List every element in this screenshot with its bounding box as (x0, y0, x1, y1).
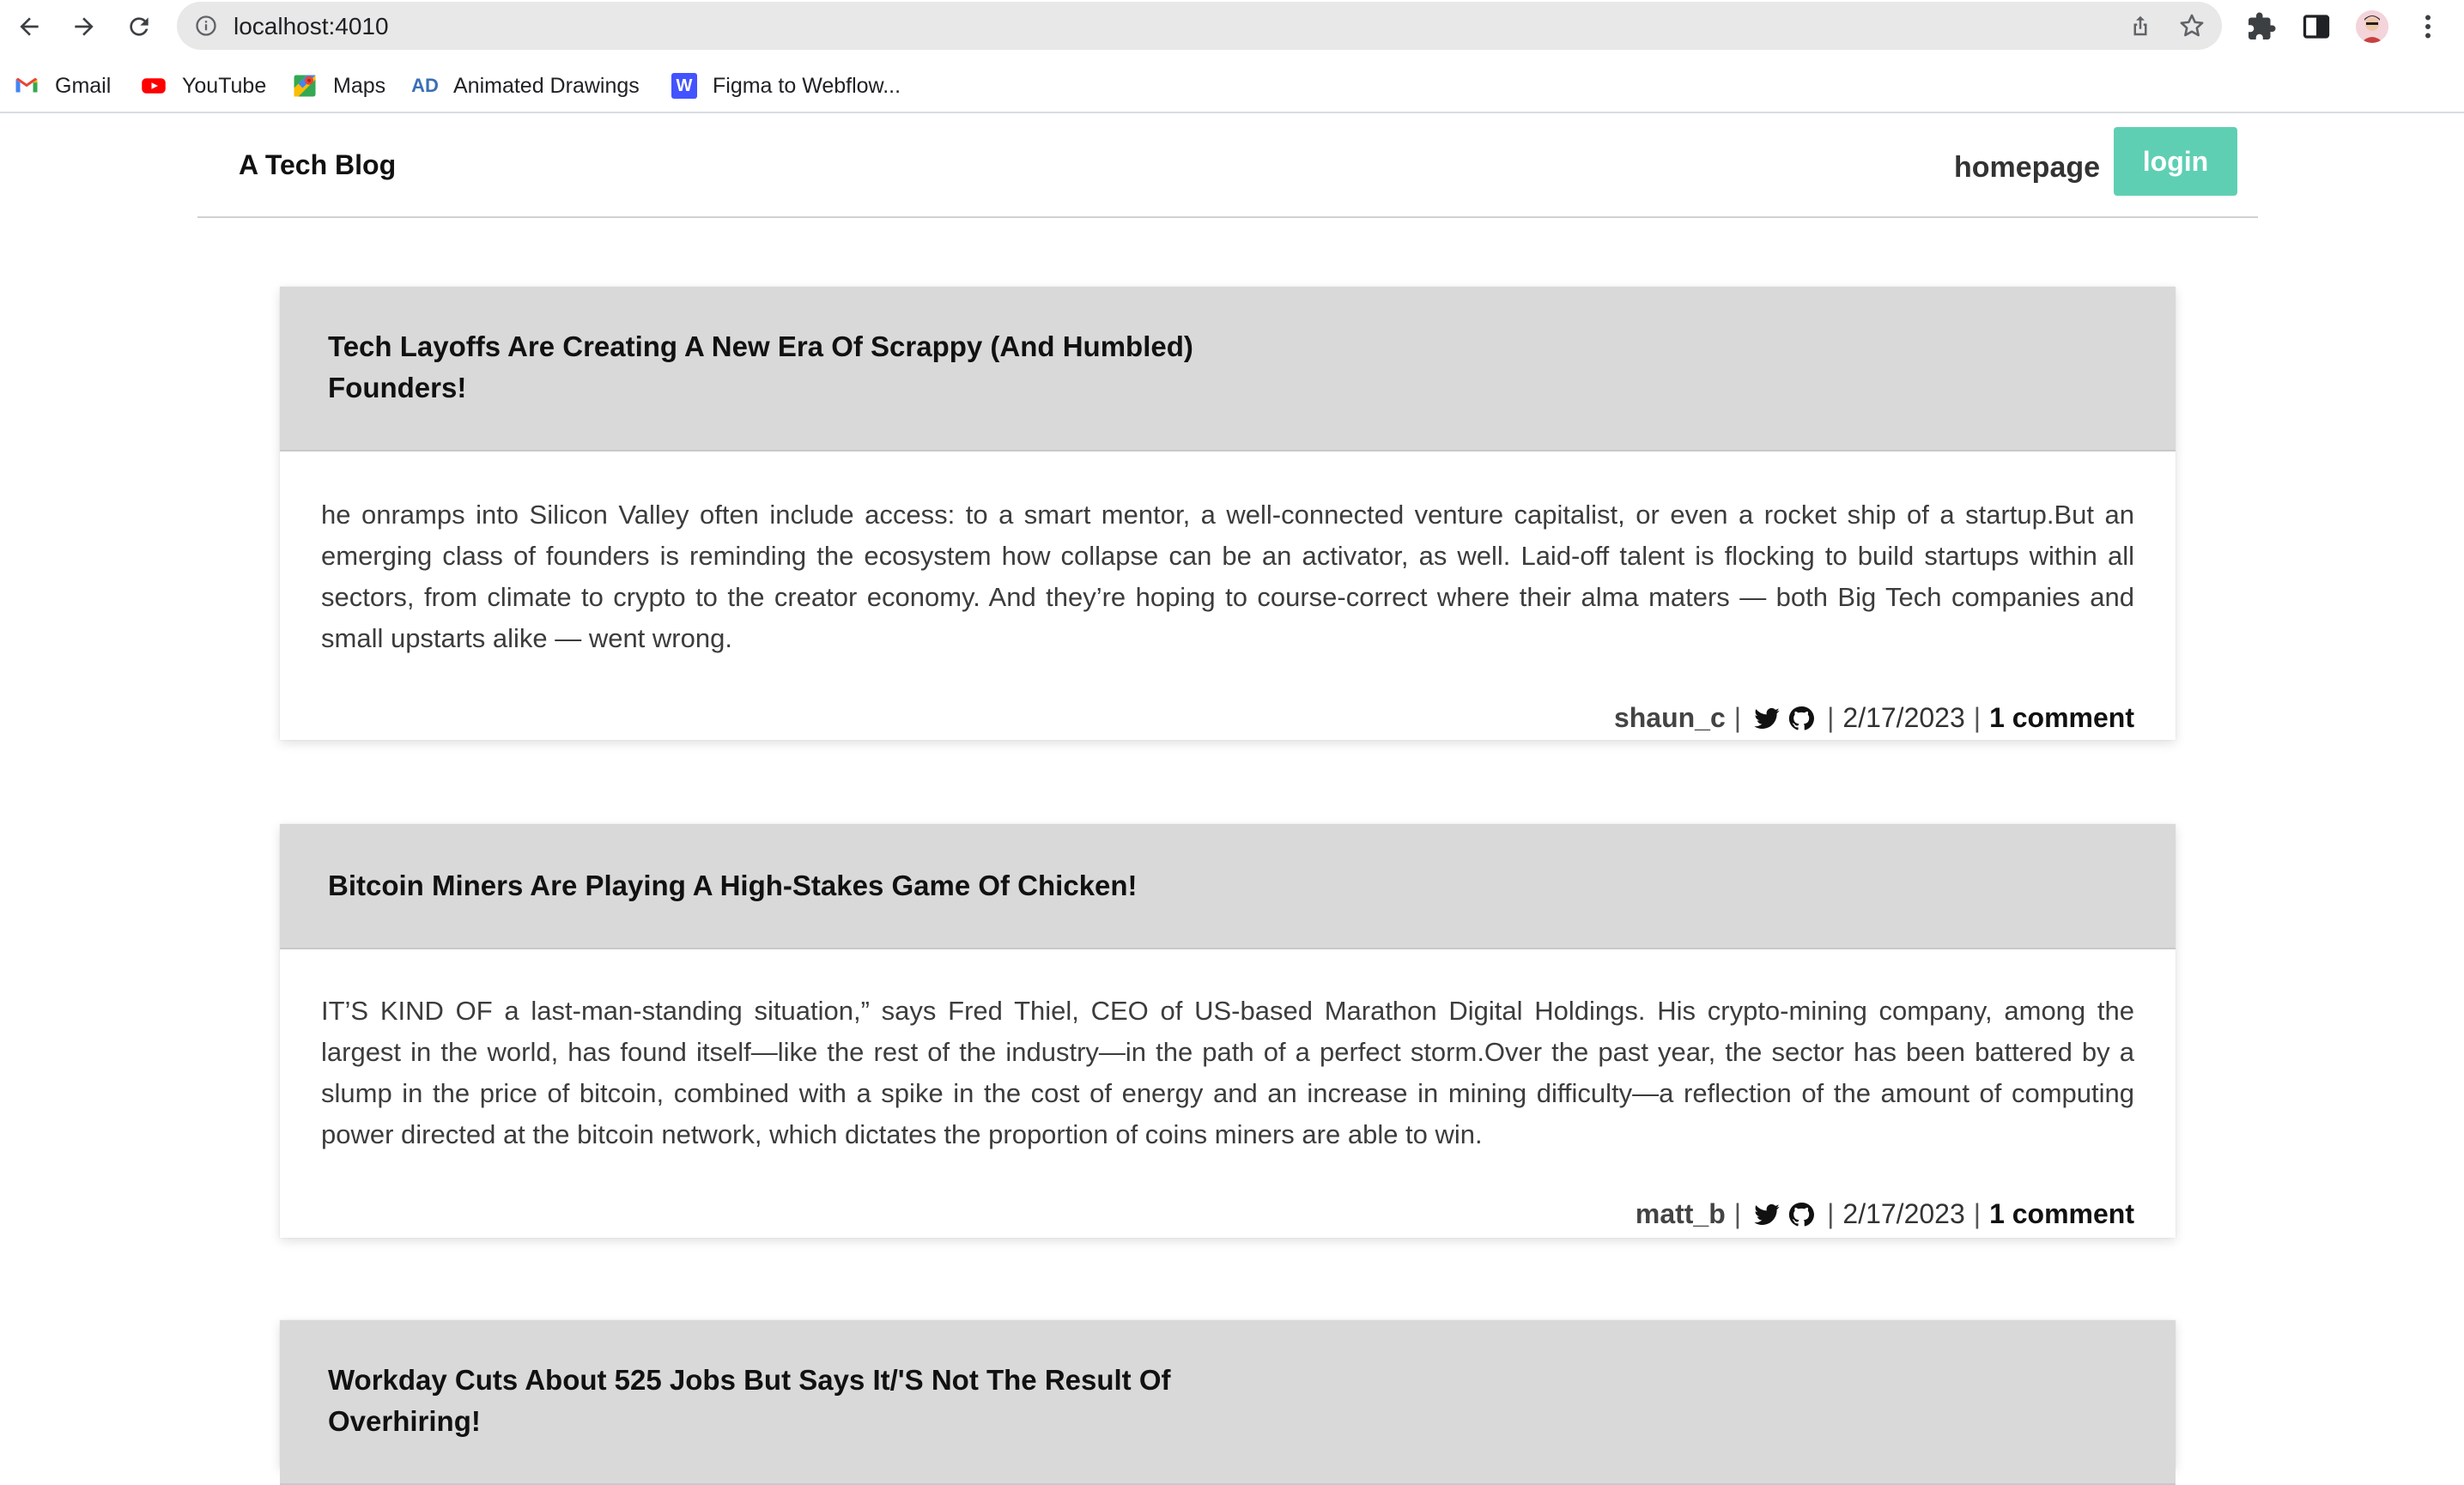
meta-separator: | (1973, 1198, 1982, 1229)
twitter-icon[interactable] (1753, 1201, 1781, 1228)
side-panel-icon[interactable] (2301, 11, 2332, 42)
bookmark-maps[interactable]: Maps (292, 70, 385, 101)
post-comments-link[interactable]: 1 comment (1989, 702, 2134, 734)
reload-icon (130, 17, 149, 36)
post-body: he onramps into Silicon Valley often inc… (321, 500, 2134, 653)
maps-icon (292, 73, 318, 99)
share-icon[interactable] (2127, 13, 2153, 39)
bookmark-label: Figma to Webflow... (713, 73, 901, 98)
youtube-icon (141, 73, 167, 99)
forward-button[interactable] (67, 9, 101, 44)
info-icon[interactable] (194, 14, 218, 38)
post-title[interactable]: Workday Cuts About 525 Jobs But Says It/… (328, 1360, 1255, 1442)
bookmark-label: Maps (333, 73, 386, 98)
post-header: Tech Layoffs Are Creating A New Era Of S… (280, 287, 2176, 452)
bookmark-label: YouTube (182, 73, 267, 98)
gmail-icon (14, 73, 39, 99)
extensions-icon[interactable] (2246, 11, 2277, 42)
github-icon[interactable] (1787, 1201, 1815, 1228)
post-comments-link[interactable]: 1 comment (1989, 1198, 2134, 1230)
bookmark-star-icon[interactable] (2177, 11, 2206, 40)
post-card: Workday Cuts About 525 Jobs But Says It/… (280, 1320, 2176, 1485)
more-menu-icon[interactable] (2412, 11, 2443, 42)
post-title[interactable]: Bitcoin Miners Are Playing A High-Stakes… (328, 865, 1255, 906)
post-card: Bitcoin Miners Are Playing A High-Stakes… (280, 824, 2176, 1238)
bookmark-gmail[interactable]: Gmail (14, 70, 111, 101)
post-date: 2/17/2023 (1842, 702, 1965, 733)
post-date: 2/17/2023 (1842, 1198, 1965, 1229)
meta-separator: | (1827, 1198, 1835, 1229)
arrow-right-icon (75, 17, 94, 36)
bookmark-label: Gmail (55, 73, 112, 98)
browser-toolbar: localhost:4010 (0, 0, 2464, 53)
post-meta: matt_b | | 2/17/2023 | 1 comment (1636, 1198, 2134, 1230)
meta-separator: | (1733, 702, 1742, 733)
meta-separator: | (1973, 702, 1982, 733)
animated-drawings-icon: AD (411, 75, 439, 96)
post-meta: shaun_c | | 2/17/2023 | 1 comment (1614, 702, 2134, 734)
post-card: Tech Layoffs Are Creating A New Era Of S… (280, 287, 2176, 740)
twitter-icon[interactable] (1753, 705, 1781, 732)
site-title[interactable]: A Tech Blog (239, 149, 396, 181)
post-author[interactable]: shaun_c (1614, 702, 1726, 734)
profile-avatar-image (2356, 10, 2388, 43)
profile-avatar[interactable] (2356, 10, 2388, 43)
arrow-left-icon (20, 17, 39, 36)
bookmark-animated-drawings[interactable]: AD Animated Drawings (411, 70, 640, 101)
bookmark-youtube[interactable]: YouTube (141, 70, 266, 101)
bookmarks-bar: Gmail YouTube Maps AD Animated Drawings … (0, 62, 2464, 110)
meta-separator: | (1733, 1198, 1742, 1229)
meta-separator: | (1827, 702, 1835, 733)
nav-homepage-link[interactable]: homepage (1954, 151, 2100, 185)
back-button[interactable] (12, 9, 46, 44)
post-header: Bitcoin Miners Are Playing A High-Stakes… (280, 824, 2176, 949)
url-text: localhost:4010 (234, 13, 389, 39)
site-header: A Tech Blog homepage login (197, 113, 2258, 218)
login-button[interactable]: login (2114, 127, 2237, 196)
post-body: IT’S KIND OF a last-man-standing situati… (321, 996, 2134, 1149)
reload-button[interactable] (122, 9, 156, 44)
github-icon[interactable] (1787, 705, 1815, 732)
webflow-icon: W (671, 73, 697, 99)
post-author[interactable]: matt_b (1636, 1198, 1726, 1230)
bookmark-label: Animated Drawings (453, 73, 640, 98)
bookmark-figma-to-webflow[interactable]: W Figma to Webflow... (671, 70, 901, 101)
post-title[interactable]: Tech Layoffs Are Creating A New Era Of S… (328, 326, 1255, 409)
address-bar[interactable]: localhost:4010 (177, 2, 2222, 50)
post-header: Workday Cuts About 525 Jobs But Says It/… (280, 1320, 2176, 1485)
